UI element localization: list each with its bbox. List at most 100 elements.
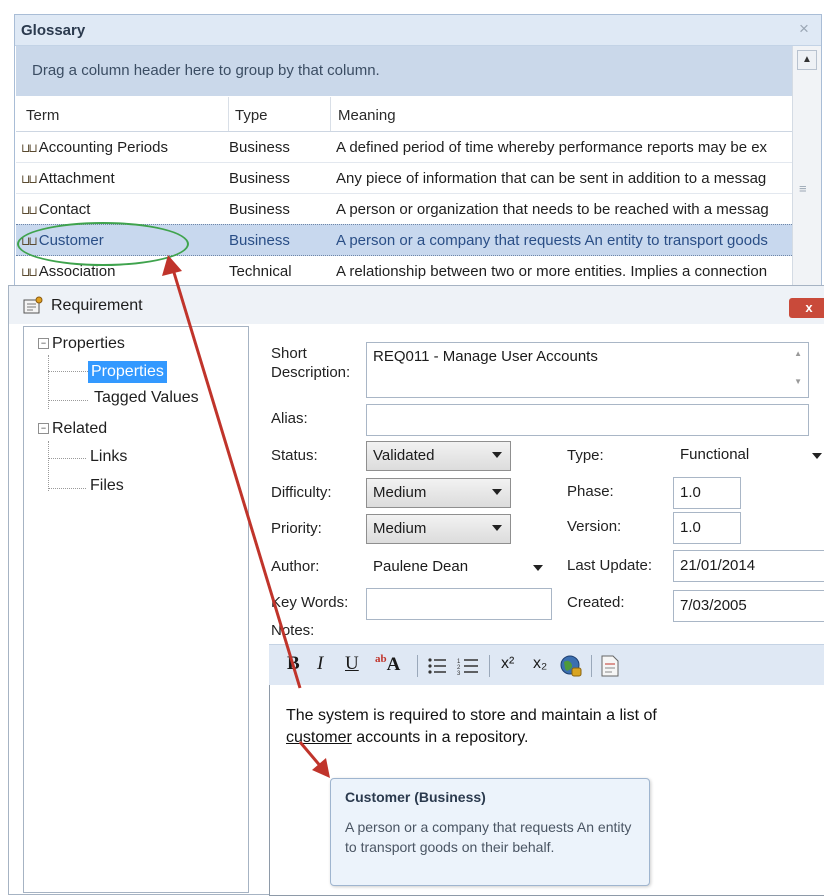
chevron-down-icon[interactable] <box>533 565 543 571</box>
version-label: Version: <box>567 518 622 535</box>
vertical-scrollbar[interactable]: ▲ ≡ <box>792 46 821 285</box>
phase-label: Phase: <box>567 483 614 500</box>
table-row[interactable]: ⊔⊔ Attachment Business Any piece of infor… <box>16 163 792 194</box>
last-update-field[interactable]: 21/01/2014 <box>673 550 824 582</box>
term-cell: Attachment <box>38 170 115 187</box>
type-cell: Business <box>229 170 290 187</box>
created-label: Created: <box>567 594 625 611</box>
meaning-cell: Any piece of information that can be sen… <box>336 170 767 187</box>
author-label: Author: <box>271 558 320 575</box>
scroll-down-icon[interactable]: ▼ <box>794 377 802 386</box>
requirement-icon <box>23 296 43 314</box>
group-by-hint: Drag a column header here to group by th… <box>32 62 380 79</box>
tooltip-title: Customer (Business) <box>345 789 486 805</box>
glossary-term-icon: ⊔⊔ <box>21 172 38 186</box>
key-words-field[interactable] <box>366 588 552 620</box>
alias-field[interactable] <box>366 404 809 436</box>
difficulty-label: Difficulty: <box>271 484 332 501</box>
requirement-title-bar: Requirement x <box>9 286 824 324</box>
key-words-label: Key Words: <box>271 594 349 611</box>
status-label: Status: <box>271 447 318 464</box>
tree-item-tagged-values[interactable]: Tagged Values <box>94 389 199 407</box>
meaning-cell: A person or organization that needs to b… <box>336 201 769 218</box>
short-description-field[interactable]: REQ011 - Manage User Accounts ▲ ▼ <box>366 342 809 398</box>
collapse-icon[interactable]: − <box>38 338 49 349</box>
type-cell: Business <box>229 201 290 218</box>
glossary-term-icon: ⊔⊔ <box>21 265 38 279</box>
last-update-label: Last Update: <box>567 557 653 574</box>
grid-header: Term Type Meaning <box>16 97 792 132</box>
chevron-down-icon[interactable] <box>812 453 822 459</box>
type-label: Type: <box>567 447 604 464</box>
hyperlink-globe-icon[interactable] <box>559 654 583 678</box>
tree-connector <box>48 488 86 489</box>
glossary-link[interactable]: customer <box>286 729 352 746</box>
type-cell: Technical <box>229 263 292 280</box>
requirement-title: Requirement <box>51 297 143 314</box>
table-row[interactable]: ⊔⊔ Contact Business A person or organizat… <box>16 194 792 225</box>
tree-item-files[interactable]: Files <box>90 477 124 495</box>
term-cell: Contact <box>38 201 91 218</box>
meaning-cell: A person or a company that requests An e… <box>336 232 768 249</box>
bullet-list-icon[interactable] <box>427 656 447 676</box>
highlight-ellipse <box>17 222 189 266</box>
tree-group-related[interactable]: − Related <box>38 420 107 438</box>
svg-text:3: 3 <box>457 671 461 676</box>
meaning-cell: A defined period of time whereby perform… <box>336 139 768 156</box>
column-header-term[interactable]: Term <box>26 107 59 124</box>
tree-connector <box>48 400 88 401</box>
glossary-tooltip: Customer (Business) A person or a compan… <box>330 778 650 886</box>
difficulty-dropdown[interactable]: Medium <box>366 478 511 508</box>
document-icon[interactable] <box>601 655 619 677</box>
column-divider[interactable] <box>228 97 229 131</box>
status-dropdown[interactable]: Validated <box>366 441 511 471</box>
superscript-button[interactable]: x² <box>501 655 514 673</box>
font-color-icon: ab <box>375 653 387 665</box>
subscript-button[interactable]: x₂ <box>533 655 547 673</box>
notes-toolbar: B I U abA 1 2 3 x² x₂ <box>269 644 824 685</box>
created-field[interactable]: 7/03/2005 <box>673 590 824 622</box>
numbered-list-icon[interactable]: 1 2 3 <box>457 656 479 676</box>
chevron-down-icon[interactable] <box>492 489 502 495</box>
navigation-tree: − Properties Properties Tagged Values − Re… <box>23 326 249 893</box>
close-icon[interactable]: x <box>789 298 824 318</box>
column-header-meaning[interactable]: Meaning <box>338 107 396 124</box>
font-color-button[interactable]: abA <box>375 653 400 676</box>
tree-item-properties[interactable]: Properties <box>88 361 167 383</box>
collapse-icon[interactable]: − <box>38 423 49 434</box>
term-cell: Accounting Periods <box>38 139 168 156</box>
priority-dropdown[interactable]: Medium <box>366 514 511 544</box>
short-description-label: Short Description: <box>271 345 351 381</box>
toolbar-divider <box>489 655 490 677</box>
type-cell: Business <box>229 232 290 249</box>
alias-label: Alias: <box>271 410 308 427</box>
version-field[interactable]: 1.0 <box>673 512 741 544</box>
toolbar-divider <box>417 655 418 677</box>
tree-item-links[interactable]: Links <box>90 448 127 466</box>
tree-connector <box>48 441 49 491</box>
notes-label: Notes: <box>271 622 315 639</box>
close-icon[interactable]: × <box>799 19 809 39</box>
chevron-down-icon[interactable] <box>492 525 502 531</box>
type-dropdown[interactable]: Functional <box>673 439 824 471</box>
priority-label: Priority: <box>271 520 322 537</box>
glossary-title-bar: Glossary × <box>15 15 821 46</box>
author-dropdown[interactable]: Paulene Dean <box>366 551 552 583</box>
underline-button[interactable]: U <box>345 653 359 675</box>
tree-group-properties[interactable]: − Properties <box>38 335 125 353</box>
glossary-term-icon: ⊔⊔ <box>21 141 38 155</box>
tree-connector <box>48 458 86 459</box>
glossary-term-icon: ⊔⊔ <box>21 203 38 217</box>
group-by-panel[interactable]: Drag a column header here to group by th… <box>16 46 792 96</box>
phase-field[interactable]: 1.0 <box>673 477 741 509</box>
column-header-type[interactable]: Type <box>235 107 268 124</box>
scroll-up-icon[interactable]: ▲ <box>794 349 802 358</box>
glossary-title: Glossary <box>21 22 86 39</box>
column-divider[interactable] <box>330 97 331 131</box>
italic-button[interactable]: I <box>317 653 323 675</box>
chevron-down-icon[interactable] <box>492 452 502 458</box>
scroll-grip-icon[interactable]: ≡ <box>799 181 807 196</box>
bold-button[interactable]: B <box>287 653 300 675</box>
table-row[interactable]: ⊔⊔ Accounting Periods Business A defined … <box>16 132 792 163</box>
scroll-up-icon[interactable]: ▲ <box>797 50 817 70</box>
